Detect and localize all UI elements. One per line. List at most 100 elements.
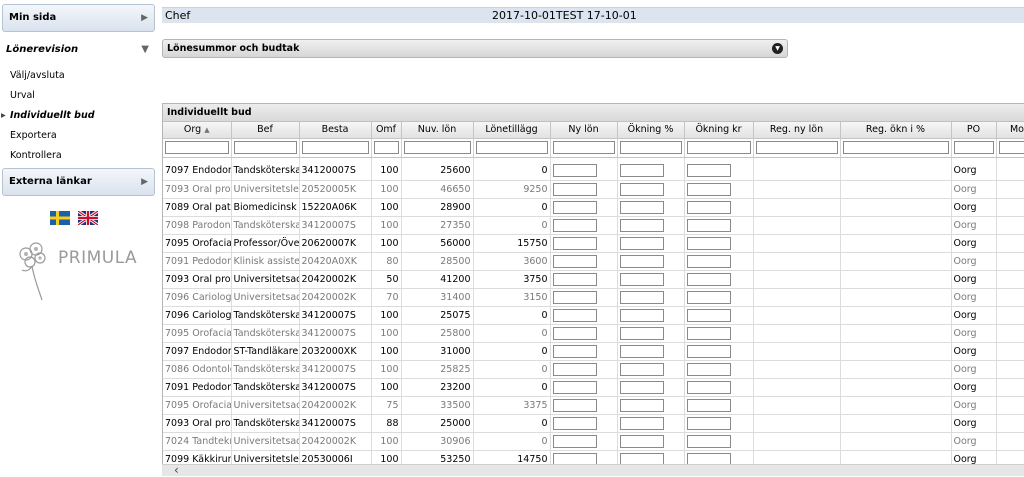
ny-lon-input[interactable] <box>553 273 597 286</box>
okning-kr-input[interactable] <box>687 273 731 286</box>
okning-kr-input[interactable] <box>687 309 731 322</box>
column-header-reg-okn-procent[interactable]: Reg. ökn i % <box>840 122 951 138</box>
sidebar-item-kontrollera[interactable]: Kontrollera <box>10 149 62 163</box>
sidebar-item-exportera[interactable]: Exportera <box>10 129 57 143</box>
okning-procent-input[interactable] <box>620 291 664 304</box>
okning-kr-input[interactable] <box>687 219 731 232</box>
table-row[interactable]: 7098 ParodontTandsköterska34120007S10027… <box>163 216 1024 234</box>
okning-kr-input[interactable] <box>687 381 731 394</box>
ny-lon-input[interactable] <box>553 255 597 268</box>
okning-kr-input[interactable] <box>687 237 731 250</box>
filter-input-okning-kr[interactable] <box>687 141 751 154</box>
okning-kr-input[interactable] <box>687 255 731 268</box>
column-header-omf[interactable]: Omf <box>371 122 401 138</box>
filter-input-lonetillagg[interactable] <box>476 141 548 154</box>
okning-procent-input[interactable] <box>620 381 664 394</box>
table-row[interactable]: 7091 PedodontKlinisk assister20420A0XK80… <box>163 252 1024 270</box>
okning-kr-input[interactable] <box>687 183 731 196</box>
ny-lon-input[interactable] <box>553 327 597 340</box>
ny-lon-input[interactable] <box>553 399 597 412</box>
flag-sweden-icon[interactable] <box>50 211 70 225</box>
lonesummor-panel-header[interactable]: Lönesummor och budtak ▼ <box>162 39 788 58</box>
externa-lankar-menu[interactable]: Externa länkar ▶ <box>2 168 155 196</box>
scroll-left-icon[interactable]: ‹ <box>174 463 179 477</box>
okning-procent-input[interactable] <box>620 345 664 358</box>
ny-lon-input[interactable] <box>553 291 597 304</box>
table-row[interactable]: 7089 Oral patoBiomedicinsk a15220A06K100… <box>163 198 1024 216</box>
filter-input-nuv-lon[interactable] <box>404 141 471 154</box>
okning-procent-input[interactable] <box>620 417 664 430</box>
filter-input-bef[interactable] <box>234 141 297 154</box>
ny-lon-input[interactable] <box>553 309 597 322</box>
okning-kr-input[interactable] <box>687 417 731 430</box>
okning-kr-input[interactable] <box>687 327 731 340</box>
okning-procent-input[interactable] <box>620 327 664 340</box>
okning-procent-input[interactable] <box>620 201 664 214</box>
okning-procent-input[interactable] <box>620 219 664 232</box>
filter-input-besta[interactable] <box>302 141 369 154</box>
table-row[interactable]: 7096 CariologiUniversitetsadj20420002K70… <box>163 288 1024 306</box>
column-header-mo[interactable]: Mo <box>996 122 1024 138</box>
okning-procent-input[interactable] <box>620 363 664 376</box>
ny-lon-input[interactable] <box>553 183 597 196</box>
table-row[interactable]: 7093 Oral protUniversitetslek20520005K10… <box>163 180 1024 198</box>
okning-kr-input[interactable] <box>687 345 731 358</box>
column-header-nuv-lon[interactable]: Nuv. lön <box>401 122 473 138</box>
table-row[interactable]: 7095 OrofacialUniversitetsadj20420002K75… <box>163 396 1024 414</box>
ny-lon-input[interactable] <box>553 417 597 430</box>
ny-lon-input[interactable] <box>553 345 597 358</box>
ny-lon-input[interactable] <box>553 219 597 232</box>
column-header-okning-procent[interactable]: Ökning % <box>617 122 684 138</box>
min-sida-menu[interactable]: Min sida ▶ <box>2 4 155 32</box>
table-row[interactable]: 7093 Oral protUniversitetsadj20420002K50… <box>163 270 1024 288</box>
table-row[interactable]: 7095 OrofacialTandsköterska34120007S1002… <box>163 324 1024 342</box>
column-header-ny-lon[interactable]: Ny lön <box>550 122 617 138</box>
okning-kr-input[interactable] <box>687 164 731 177</box>
okning-kr-input[interactable] <box>687 201 731 214</box>
table-row[interactable]: 7097 EndodontST-Tandläkare2032000XK10031… <box>163 342 1024 360</box>
okning-kr-input[interactable] <box>687 291 731 304</box>
ny-lon-input[interactable] <box>553 201 597 214</box>
flag-uk-icon[interactable] <box>78 211 98 225</box>
column-header-org[interactable]: Org ▲ <box>163 122 231 138</box>
okning-procent-input[interactable] <box>620 399 664 412</box>
column-header-reg-ny-lon[interactable]: Reg. ny lön <box>753 122 840 138</box>
okning-procent-input[interactable] <box>620 237 664 250</box>
column-header-besta[interactable]: Besta <box>299 122 371 138</box>
filter-input-org[interactable] <box>165 141 229 154</box>
ny-lon-input[interactable] <box>553 363 597 376</box>
column-header-po[interactable]: PO <box>951 122 996 138</box>
okning-procent-input[interactable] <box>620 183 664 196</box>
table-row[interactable]: 7086 OdontoloTandsköterska34120007S10025… <box>163 360 1024 378</box>
okning-procent-input[interactable] <box>620 309 664 322</box>
horizontal-scrollbar[interactable]: ‹ <box>162 464 1024 476</box>
table-row[interactable]: 7024 TandteknUniversitetsadj20420002K100… <box>163 432 1024 450</box>
sidebar-item-urval[interactable]: Urval <box>10 89 35 103</box>
table-row[interactable]: 7097 EndodontTandsköterska34120007S10025… <box>163 162 1024 180</box>
okning-procent-input[interactable] <box>620 255 664 268</box>
okning-procent-input[interactable] <box>620 273 664 286</box>
okning-procent-input[interactable] <box>620 164 664 177</box>
table-row[interactable]: 7096 CariologiTandsköterska34120007S1002… <box>163 306 1024 324</box>
sidebar-item-valj-avsluta[interactable]: Välj/avsluta <box>10 69 65 83</box>
table-row[interactable]: 7095 OrofacialProfessor/Över20620007K100… <box>163 234 1024 252</box>
filter-input-omf[interactable] <box>374 141 399 154</box>
ny-lon-input[interactable] <box>553 237 597 250</box>
lonerevision-section[interactable]: Lönerevision ▼ <box>0 39 155 61</box>
okning-procent-input[interactable] <box>620 435 664 448</box>
okning-kr-input[interactable] <box>687 399 731 412</box>
filter-input-okning-procent[interactable] <box>620 141 682 154</box>
sidebar-item-individuellt-bud[interactable]: Individuellt bud <box>10 109 95 123</box>
ny-lon-input[interactable] <box>553 435 597 448</box>
column-header-bef[interactable]: Bef <box>231 122 299 138</box>
filter-input-po[interactable] <box>954 141 994 154</box>
table-row[interactable]: 7093 Oral protTandsköterska34120007S8825… <box>163 414 1024 432</box>
okning-kr-input[interactable] <box>687 363 731 376</box>
ny-lon-input[interactable] <box>553 381 597 394</box>
filter-input-reg-ny-lon[interactable] <box>756 141 838 154</box>
ny-lon-input[interactable] <box>553 164 597 177</box>
okning-kr-input[interactable] <box>687 435 731 448</box>
chevron-down-circle-icon[interactable]: ▼ <box>772 43 783 54</box>
column-header-okning-kr[interactable]: Ökning kr <box>684 122 753 138</box>
filter-input-reg-okn-procent[interactable] <box>843 141 949 154</box>
